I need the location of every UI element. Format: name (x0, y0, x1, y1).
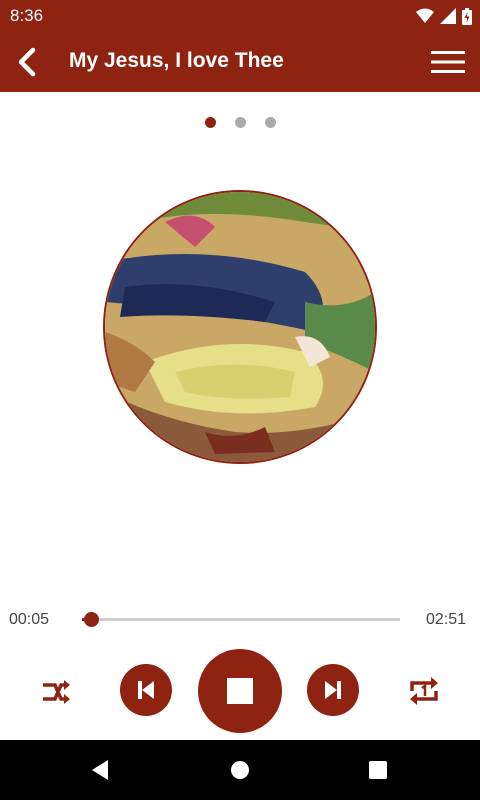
skip-previous-icon (138, 681, 154, 699)
page-dot[interactable] (265, 117, 276, 128)
shuffle-icon (43, 680, 70, 704)
nav-recents-button[interactable] (366, 758, 390, 782)
total-duration: 02:51 (426, 611, 467, 628)
page-dot[interactable] (205, 117, 216, 128)
nav-home-icon (231, 761, 249, 779)
shuffle-button[interactable] (36, 672, 76, 712)
nav-back-button[interactable] (88, 758, 112, 782)
previous-button[interactable] (120, 664, 172, 716)
menu-button[interactable] (430, 44, 466, 80)
page-indicator (0, 117, 480, 129)
status-icons (416, 6, 472, 26)
repeat-one-icon (410, 677, 438, 705)
album-artwork (103, 190, 377, 464)
battery-icon (462, 7, 472, 25)
back-button[interactable] (6, 42, 46, 82)
hamburger-menu-icon (431, 51, 465, 73)
signal-icon (440, 8, 456, 24)
page-dot[interactable] (235, 117, 246, 128)
artwork-image (105, 192, 375, 462)
app-bar: My Jesus, I love Thee (0, 32, 480, 92)
next-button[interactable] (307, 664, 359, 716)
wifi-icon (416, 8, 434, 23)
stop-icon (227, 678, 253, 704)
nav-back-icon (92, 760, 108, 780)
nav-home-button[interactable] (228, 758, 252, 782)
elapsed-time: 00:05 (9, 611, 50, 628)
seek-bar[interactable] (82, 612, 400, 627)
repeat-button[interactable] (404, 670, 444, 712)
status-time: 8:36 (10, 6, 44, 25)
nav-recents-icon (369, 761, 387, 779)
back-chevron-icon (18, 47, 36, 77)
page-title: My Jesus, I love Thee (69, 49, 284, 72)
stop-button[interactable] (198, 649, 282, 733)
skip-next-icon (325, 681, 341, 699)
system-nav-bar (0, 740, 480, 800)
seek-thumb[interactable] (84, 612, 100, 627)
status-bar: 8:36 (0, 0, 480, 32)
